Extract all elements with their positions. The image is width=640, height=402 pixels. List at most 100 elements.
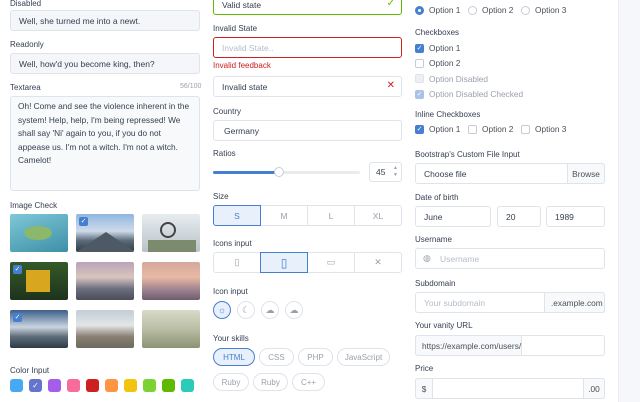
image-check-item[interactable]: ✓ xyxy=(76,214,134,252)
image-check-item[interactable] xyxy=(76,262,134,300)
invalid-state-input-2[interactable]: Invalid state ✕ xyxy=(213,76,402,97)
skill-pill[interactable]: Ruby xyxy=(213,373,249,391)
stepper-icon[interactable]: ▲ ▼ xyxy=(393,165,398,179)
image-check-item[interactable] xyxy=(76,310,134,348)
subdomain-label: Subdomain xyxy=(415,279,456,288)
inline-checkbox-3[interactable] xyxy=(521,125,530,134)
skill-pill[interactable]: JavaScript xyxy=(337,348,390,366)
color-swatch[interactable] xyxy=(181,379,194,392)
dob-month-select[interactable]: June xyxy=(415,206,491,227)
readonly-input[interactable]: Well, how'd you become king, then? xyxy=(10,53,200,74)
invalid-state-2-value: Invalid state xyxy=(222,81,268,92)
price-prefix: $ xyxy=(415,378,433,399)
icons-input-option[interactable]: ✕ xyxy=(354,252,402,273)
image-check-item[interactable]: ✓ xyxy=(10,310,68,348)
size-option-m[interactable]: M xyxy=(260,205,308,226)
icon-input-label: Icon input xyxy=(213,287,248,296)
dob-year-select[interactable]: 1989 xyxy=(546,206,605,227)
icon-input-option[interactable]: ☾ xyxy=(237,301,255,319)
checkboxes-label: Checkboxes xyxy=(415,28,460,37)
ratio-slider-track[interactable] xyxy=(213,167,360,177)
disabled-label: Disabled xyxy=(10,0,42,8)
color-swatch[interactable] xyxy=(105,379,118,392)
skill-pill[interactable]: HTML xyxy=(213,348,255,366)
checkbox-2[interactable] xyxy=(415,59,424,68)
browse-button[interactable]: Browse xyxy=(567,163,605,184)
color-swatch[interactable] xyxy=(143,379,156,392)
icons-input-option[interactable]: ▭ xyxy=(307,252,355,273)
checkbox-disabled-checked-label: Option Disabled Checked xyxy=(429,89,524,99)
color-input-label: Color Input xyxy=(10,366,50,375)
size-option-l[interactable]: L xyxy=(307,205,355,226)
image-check-item[interactable] xyxy=(142,214,200,252)
globe-icon: ◍ xyxy=(423,253,431,263)
subdomain-placeholder: Your subdomain xyxy=(424,297,486,308)
ratios-label: Ratios xyxy=(213,149,236,158)
inline-checkbox-2[interactable] xyxy=(468,125,477,134)
ratio-slider-thumb[interactable] xyxy=(274,167,285,177)
size-option-s[interactable]: S xyxy=(213,205,261,226)
color-swatch[interactable] xyxy=(124,379,137,392)
username-input[interactable]: ◍ Username xyxy=(415,248,605,269)
valid-state-input[interactable]: Valid state ✓ xyxy=(213,0,402,15)
icon-input-option[interactable]: ☼ xyxy=(213,301,231,319)
checkbox-1[interactable]: ✓ xyxy=(415,44,424,53)
ratio-number-input[interactable]: 45 ▲ ▼ xyxy=(369,162,402,182)
skill-pill[interactable]: CSS xyxy=(259,348,294,366)
icon-input-option[interactable]: ☁ xyxy=(285,301,303,319)
inline-checkbox-3-label: Option 3 xyxy=(535,124,567,134)
check-icon: ✓ xyxy=(13,265,22,274)
subdomain-suffix: .example.com xyxy=(544,292,605,313)
radio-option-label: Option 3 xyxy=(535,5,567,15)
color-swatch[interactable] xyxy=(48,379,61,392)
size-option-xl[interactable]: XL xyxy=(354,205,402,226)
color-swatch[interactable] xyxy=(162,379,175,392)
invalid-state-label: Invalid State xyxy=(213,24,258,33)
color-swatch[interactable] xyxy=(10,379,23,392)
radio-option-2[interactable] xyxy=(468,6,477,15)
inline-checkbox-1[interactable]: ✓ xyxy=(415,125,424,134)
radio-option-1[interactable] xyxy=(415,6,424,15)
radio-option-label: Option 1 xyxy=(429,5,461,15)
textarea-input[interactable]: Oh! Come and see the violence inherent i… xyxy=(10,96,200,191)
dob-day-select[interactable]: 20 xyxy=(497,206,541,227)
readonly-label: Readonly xyxy=(10,40,44,49)
check-icon: ✓ xyxy=(13,313,22,322)
color-swatch[interactable] xyxy=(86,379,99,392)
radio-option-3[interactable] xyxy=(521,6,530,15)
checkbox-2-label: Option 2 xyxy=(429,58,461,68)
inline-checkboxes-label: Inline Checkboxes xyxy=(415,110,481,119)
scrollbar-area[interactable] xyxy=(618,0,640,402)
icons-input-option[interactable]: ▯ xyxy=(213,252,261,273)
file-input-label: Bootstrap's Custom File Input xyxy=(415,150,520,159)
color-swatch[interactable]: ✓ xyxy=(29,379,42,392)
image-check-item[interactable] xyxy=(142,310,200,348)
checkbox-1-label: Option 1 xyxy=(429,43,461,53)
icons-input-label: Icons input xyxy=(213,239,252,248)
skill-pill[interactable]: PHP xyxy=(298,348,333,366)
check-icon: ✓ xyxy=(32,381,39,390)
price-input[interactable] xyxy=(415,378,605,399)
username-placeholder: Username xyxy=(440,253,480,264)
cloud-icon: ☁ xyxy=(289,304,299,315)
checkbox-disabled xyxy=(415,74,424,83)
check-icon: ✓ xyxy=(386,0,395,9)
skill-pill[interactable]: C++ xyxy=(292,373,325,391)
cloud-rain-icon: ☁ xyxy=(265,304,275,315)
ratio-slider-fill xyxy=(213,171,280,174)
sun-icon: ☼ xyxy=(217,305,227,315)
price-label: Price xyxy=(415,364,434,373)
image-check-item[interactable] xyxy=(10,214,68,252)
checkbox-disabled-checked: ✓ xyxy=(415,90,424,99)
icons-input-option[interactable]: ▯ xyxy=(260,252,308,273)
image-check-item[interactable] xyxy=(142,262,200,300)
color-swatch[interactable] xyxy=(67,379,80,392)
skill-pill[interactable]: Ruby xyxy=(253,373,288,391)
image-check-item[interactable]: ✓ xyxy=(10,262,68,300)
ratio-value: 45 xyxy=(376,167,386,177)
valid-state-value: Valid state xyxy=(222,0,262,10)
country-select[interactable]: Germany xyxy=(213,120,402,141)
invalid-state-input[interactable]: Invalid State.. xyxy=(213,37,402,58)
vanity-url-label: Your vanity URL xyxy=(415,321,473,330)
icon-input-option[interactable]: ☁ xyxy=(261,301,279,319)
